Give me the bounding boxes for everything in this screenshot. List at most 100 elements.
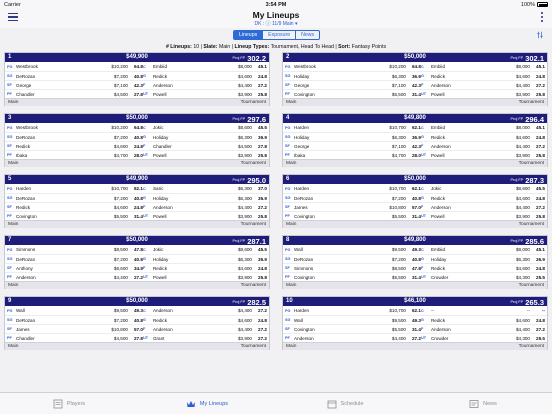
player-slot[interactable]: UT Crowder $4,300 25.5 [421,275,545,280]
player-slot[interactable]: SG Holiday $6,300 36.9 [285,74,421,79]
lineup-card[interactable]: 10 $46,100 Proj FP 265.3 PG Harden $10,700 62.1… [282,296,548,350]
player-slot[interactable]: F Redick $4,600 24.8 [143,266,267,271]
player-slot[interactable]: C Embiid $8,000 45.1 [421,64,545,69]
player-slot[interactable]: SG DeRozan $7,200 40.8 [7,74,143,79]
lineup-card[interactable]: 4 $49,800 Proj FP 296.4 PG Harden $10,700 62.1 C… [282,113,548,167]
lineup-card[interactable]: 6 $50,000 Proj FP 287.3 PG Harden $10,700 62.1 C… [282,174,548,228]
player-slot[interactable]: SF Covington $5,500 31.4 [285,327,421,332]
player-slot[interactable]: G Holiday $6,300 36.9 [143,196,267,201]
player-slot[interactable]: SF Anthony $6,600 34.9 [7,266,143,271]
player-slot[interactable]: F Anderson $4,400 27.2 [421,144,545,149]
player-slot[interactable]: PF Ibaka $4,700 28.0 [285,153,421,158]
player-slot[interactable]: C Saric $6,300 37.0 [143,186,267,191]
player-slot[interactable]: UT Grant $3,900 27.2 [143,336,267,341]
tabbar-schedule[interactable]: Schedule [276,393,414,414]
player-slot[interactable]: PG Wall $9,500 49.3 [285,247,421,252]
player-slot[interactable]: SF Simmons $8,500 47.8 [285,266,421,271]
lineup-card[interactable]: 5 $49,900 Proj FP 295.0 PG Harden $10,700 62.1 C… [4,174,270,228]
player-slot[interactable]: C Embiid $8,000 45.1 [143,64,267,69]
player-slot[interactable]: PF Covington $5,500 31.4 [7,214,143,219]
tab-lineups[interactable]: Lineups [234,31,263,39]
player-slot[interactable]: SF Redick $4,600 24.8 [7,205,143,210]
player-slot[interactable]: SF James $10,800 57.0 [7,327,143,332]
lineup-card[interactable]: 7 $50,000 Proj FP 287.1 PG Simmons $8,500 47.8 C… [4,235,270,289]
player-slot[interactable]: F Chandler $4,500 27.8 [143,144,267,149]
player-slot[interactable]: G Redick $4,600 24.8 [421,135,545,140]
player-slot[interactable]: G Redick $4,600 24.8 [421,74,545,79]
tab-exposure[interactable]: Exposure [262,31,295,39]
player-slot[interactable]: SF George $7,100 42.3 [7,83,143,88]
player-slot[interactable]: G Redick $4,600 24.8 [421,196,545,201]
player-slot[interactable]: PG Harden $10,700 62.1 [285,125,421,130]
player-slot[interactable]: G Holiday $6,300 36.9 [143,257,267,262]
player-slot[interactable]: G Holiday $6,300 36.9 [421,257,545,262]
player-slot[interactable]: C -- -- -- [421,308,545,313]
player-slot[interactable]: PG Westbrook $10,200 64.8 [7,64,143,69]
player-slot[interactable]: F Anderson $4,400 27.2 [143,83,267,88]
player-slot[interactable]: PG Wall $9,500 49.3 [7,308,143,313]
player-slot[interactable]: SF George $7,100 42.3 [285,144,421,149]
player-slot[interactable]: G Redick $4,600 24.8 [421,318,545,323]
tabbar-players[interactable]: Players [0,393,138,414]
player-slot[interactable]: C Jokic $8,600 45.5 [143,247,267,252]
player-slot[interactable]: F Anderson $4,400 27.2 [421,83,545,88]
player-slot[interactable]: C Jokic $8,600 45.5 [143,125,267,130]
player-slot[interactable]: G Redick $4,600 24.8 [143,318,267,323]
player-slot[interactable]: F Redick $4,600 24.8 [421,266,545,271]
player-slot[interactable]: SF Redick $4,600 24.8 [7,144,143,149]
player-slot[interactable]: PF Covington $5,500 31.4 [285,214,421,219]
lineup-card[interactable]: 3 $50,000 Proj FP 297.6 PG Westbrook $10,200 64… [4,113,270,167]
player-slot[interactable]: PF Ibaka $4,700 28.0 [7,153,143,158]
player-slot[interactable]: SF George $7,100 42.3 [285,83,421,88]
player-slot[interactable]: UT Powell $3,900 25.8 [421,214,545,219]
player-slot[interactable]: UT Powell $3,900 25.8 [143,214,267,219]
player-slot[interactable]: C Anderson $4,400 27.2 [143,308,267,313]
player-slot[interactable]: SG DeRozan $7,200 40.8 [7,196,143,201]
player-slot[interactable]: PG Harden $10,700 62.1 [7,186,143,191]
player-slot[interactable]: PF Chandler $4,500 27.8 [7,92,143,97]
more-options-icon[interactable] [540,12,544,22]
lineup-card[interactable]: 1 $49,900 Proj FP 302.2 PG Westbrook $10,200 64… [4,52,270,106]
player-slot[interactable]: SG DeRozan $7,200 40.8 [285,257,421,262]
player-slot[interactable]: UT Powell $3,900 25.8 [143,275,267,280]
player-slot[interactable]: SG DeRozan $7,200 40.8 [7,318,143,323]
player-slot[interactable]: C Embiid $8,000 45.1 [421,247,545,252]
player-slot[interactable]: F Anderson $4,400 27.2 [421,205,545,210]
tabbar-my-lineups[interactable]: My Lineups [138,393,276,414]
player-slot[interactable]: SG Holiday $6,300 36.9 [285,135,421,140]
player-slot[interactable]: PG Harden $10,700 62.1 [285,186,421,191]
player-slot[interactable]: PF Chandler $4,500 27.8 [7,336,143,341]
filter-settings-icon[interactable] [536,31,544,39]
lineup-card[interactable]: 2 $50,000 Proj FP 302.1 PG Westbrook $10,200 64… [282,52,548,106]
player-slot[interactable]: UT Powell $3,900 25.8 [421,92,545,97]
player-slot[interactable]: SG DeRozan $7,200 40.8 [285,196,421,201]
player-slot[interactable]: SG Wall $9,500 49.3 [285,318,421,323]
player-slot[interactable]: PF Covington $5,500 31.4 [285,275,421,280]
player-slot[interactable]: PG Harden $10,700 62.1 [285,308,421,313]
player-slot[interactable]: UT Powell $3,900 25.8 [143,92,267,97]
player-slot[interactable]: G Redick $4,600 24.8 [143,74,267,79]
player-slot[interactable]: PF Anderson $4,400 27.2 [7,275,143,280]
player-slot[interactable]: UT Crowder $4,300 25.5 [421,336,545,341]
player-slot[interactable]: UT Powell $3,900 25.8 [421,153,545,158]
player-slot[interactable]: C Embiid $8,000 45.1 [421,125,545,130]
player-slot[interactable]: G Holiday $6,300 36.9 [143,135,267,140]
player-slot[interactable]: SG DeRozan $7,200 40.8 [7,135,143,140]
player-slot[interactable]: F Anderson $4,400 27.2 [421,327,545,332]
player-slot[interactable]: F Anderson $4,400 27.2 [143,327,267,332]
tab-news[interactable]: News [295,31,319,39]
player-slot[interactable]: PG Simmons $8,500 47.8 [7,247,143,252]
player-slot[interactable]: PG Westbrook $10,200 64.8 [7,125,143,130]
player-slot[interactable]: PG Westbrook $10,200 64.8 [285,64,421,69]
lineup-card[interactable]: 8 $49,800 Proj FP 285.6 PG Wall $9,500 49.3 C Emb… [282,235,548,289]
player-slot[interactable]: C Jokic $8,600 45.5 [421,186,545,191]
player-slot[interactable]: PF Anderson $4,400 27.2 [285,336,421,341]
player-slot[interactable]: SF James $10,800 57.0 [285,205,421,210]
player-slot[interactable]: PF Covington $5,500 31.4 [285,92,421,97]
lineup-card[interactable]: 9 $50,000 Proj FP 282.5 PG Wall $9,500 49.3 C And… [4,296,270,350]
tabbar-news[interactable]: News [414,393,552,414]
player-slot[interactable]: UT Powell $3,900 25.8 [143,153,267,158]
player-slot[interactable]: SG DeRozan $7,200 40.8 [7,257,143,262]
player-slot[interactable]: F Anderson $4,400 27.2 [143,205,267,210]
slate-selector[interactable]: DK : ⓘ 11/9 Main ▾ [0,20,552,27]
